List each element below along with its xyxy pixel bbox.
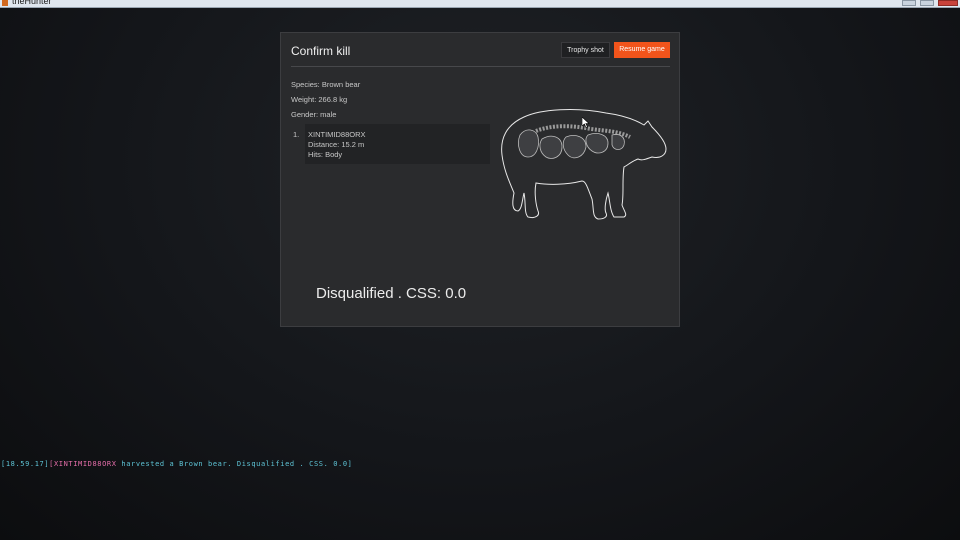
shot-result: Disqualified . CSS: 0.0 — [316, 285, 467, 302]
mouse-cursor-icon — [582, 117, 590, 128]
chat-player-name: [XINTIMID88ORX — [49, 460, 117, 468]
gender-label: Gender: male — [291, 110, 337, 119]
hunter-list-item: 1. XINTIMID88ORX Distance: 15.2 m Hits: … — [293, 124, 490, 164]
hunter-distance: Distance: 15.2 m — [308, 140, 365, 149]
chat-log-line: [18.59.17][XINTIMID88ORX harvested a Bro… — [1, 460, 352, 468]
title-divider — [291, 66, 670, 67]
dialog-title: Confirm kill — [291, 44, 351, 58]
weight-label: Weight: 266.8 kg — [291, 95, 348, 104]
chat-timestamp: [18.59.17] — [1, 460, 50, 468]
app-icon — [2, 0, 8, 6]
hunter-index: 1. — [293, 130, 300, 139]
maximize-button[interactable] — [920, 0, 934, 6]
confirm-kill-dialog: Confirm kill Trophy shot Resume game Spe… — [280, 32, 680, 327]
minimize-button[interactable] — [902, 0, 916, 6]
close-button[interactable] — [938, 0, 958, 6]
chat-message: harvested a Brown bear. Disqualified . C… — [116, 460, 353, 468]
resume-game-button[interactable]: Resume game — [614, 42, 670, 58]
window-titlebar: theHunter — [0, 0, 960, 8]
hunter-name: XINTIMID88ORX — [308, 130, 366, 139]
trophy-shot-button[interactable]: Trophy shot — [561, 42, 610, 58]
hunter-hits: Hits: Body — [308, 150, 343, 159]
species-label: Species: Brown bear — [291, 80, 361, 89]
window-title: theHunter — [12, 0, 52, 6]
